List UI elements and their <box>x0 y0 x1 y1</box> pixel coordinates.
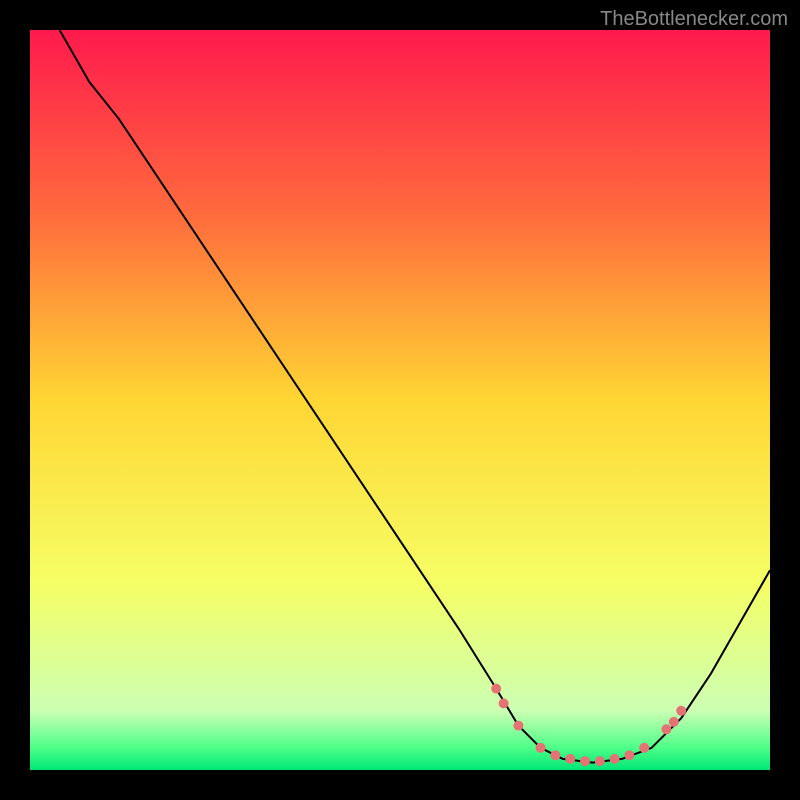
marker-point <box>669 717 679 727</box>
marker-point <box>639 743 649 753</box>
plot-area <box>30 30 770 770</box>
chart-container <box>0 0 800 800</box>
marker-point <box>610 754 620 764</box>
marker-point <box>536 743 546 753</box>
marker-point <box>550 750 560 760</box>
watermark-text: TheBottlenecker.com <box>600 8 788 31</box>
marker-point <box>624 750 634 760</box>
marker-point <box>513 721 523 731</box>
chart-svg <box>0 0 800 800</box>
marker-point <box>565 754 575 764</box>
marker-point <box>580 756 590 766</box>
marker-point <box>661 724 671 734</box>
marker-point <box>499 698 509 708</box>
marker-point <box>595 756 605 766</box>
marker-point <box>676 706 686 716</box>
marker-point <box>491 684 501 694</box>
